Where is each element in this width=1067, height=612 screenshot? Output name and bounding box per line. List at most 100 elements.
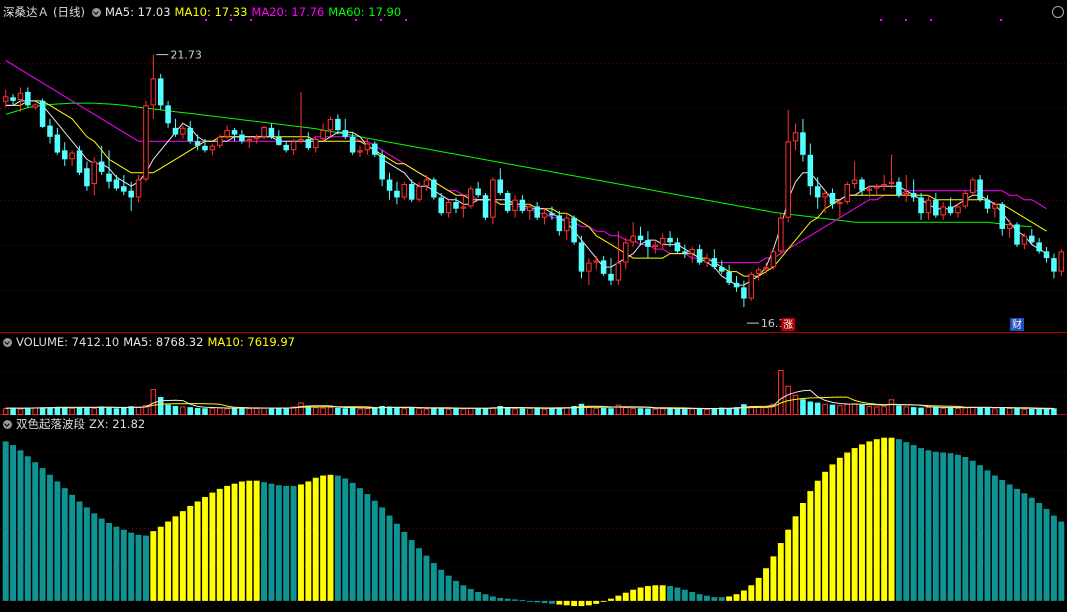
candle-body	[578, 242, 585, 272]
candle-body	[261, 126, 267, 137]
ma60-line	[5, 102, 1032, 228]
volume-bar	[172, 406, 179, 415]
candle-body	[372, 143, 378, 155]
volume-bar	[837, 405, 843, 416]
candle-body	[165, 105, 171, 124]
indicator-bar	[969, 460, 976, 601]
volume-bar	[534, 408, 540, 415]
candle-body	[925, 199, 932, 214]
volume-bar	[423, 408, 430, 416]
candle-body	[25, 91, 31, 106]
volume-bar	[504, 407, 511, 415]
indicator-bar	[829, 464, 836, 601]
indicator-bar	[379, 507, 386, 601]
candle-body	[726, 271, 732, 283]
volume-bar	[408, 407, 415, 415]
volume-bar	[1036, 409, 1042, 415]
indicator-header: 双色起落波段 ZX: 21.82	[0, 415, 149, 433]
expand-menu-icon[interactable]	[3, 338, 12, 347]
candle-body	[298, 139, 304, 142]
candle-body	[335, 118, 341, 131]
indicator-bar	[120, 529, 127, 601]
indicator-bar	[526, 600, 533, 602]
indicator-bar	[755, 577, 762, 601]
indicator-bar	[999, 479, 1006, 601]
candle-body	[519, 199, 526, 211]
indicator-bar	[940, 452, 947, 601]
expand-menu-icon[interactable]	[3, 420, 12, 429]
volume-bar	[829, 404, 836, 415]
volume-bar	[364, 408, 371, 415]
indicator-bar	[549, 600, 555, 604]
indicator-bar	[253, 480, 260, 601]
indicator-bar	[977, 465, 984, 601]
ma10-value: MA10: 17.33	[174, 5, 248, 19]
indicator-bar	[54, 481, 61, 601]
indicator-bar	[836, 457, 843, 601]
volume-bar	[1006, 408, 1013, 415]
candle-body	[674, 242, 681, 252]
indicator-bar	[401, 531, 408, 601]
volume-bar	[39, 407, 46, 415]
candle-body	[615, 262, 622, 281]
indicator-bar	[925, 450, 932, 601]
candle-body	[549, 213, 555, 216]
indicator-bar	[1021, 493, 1028, 601]
volume-bar	[881, 406, 887, 416]
candle-body	[431, 179, 437, 198]
candle-body	[320, 130, 326, 140]
candle-body	[76, 150, 83, 173]
candle-body	[733, 282, 740, 288]
candle-body	[571, 217, 577, 243]
indicator-bar	[1050, 515, 1057, 601]
candle-body	[98, 161, 105, 172]
indicator-bar	[202, 497, 208, 601]
volume-bar	[608, 408, 614, 415]
ma60-value: MA60: 17.90	[328, 5, 402, 19]
volume-bar	[69, 407, 75, 415]
candle-body	[453, 201, 459, 209]
indicator-bar	[659, 585, 666, 601]
indicator-bar	[445, 575, 452, 601]
volume-bar	[519, 408, 526, 415]
volume-bar	[778, 370, 784, 415]
indicator-bar	[17, 450, 24, 601]
candle-body	[467, 188, 474, 207]
volume-bar	[800, 399, 806, 415]
candle-body	[1043, 251, 1050, 259]
volume-bar	[231, 408, 238, 415]
volume-bar	[741, 404, 747, 415]
volume-bar	[896, 405, 902, 415]
indicator-bar	[39, 468, 46, 601]
candle-body	[645, 240, 651, 247]
volume-bar	[903, 406, 910, 416]
candle-body	[327, 118, 334, 131]
volume-bar	[527, 408, 533, 415]
indicator-bar	[556, 600, 563, 605]
candle-body	[1014, 224, 1020, 245]
volume-bar	[925, 406, 932, 415]
indicator-bar	[327, 474, 334, 601]
indicator-bar	[238, 481, 245, 601]
indicator-bar	[275, 485, 282, 601]
candle-body	[490, 179, 496, 218]
indicator-bar	[416, 548, 423, 601]
volume-bar	[194, 408, 201, 415]
volume-bar	[674, 408, 681, 415]
stock-chart[interactable]: 21.7316.11涨财	[0, 0, 1067, 612]
indicator-bar	[32, 462, 39, 601]
indicator-bar	[357, 488, 363, 601]
candle-body	[180, 127, 186, 135]
volume-bar	[401, 408, 408, 415]
expand-menu-icon[interactable]	[91, 8, 101, 17]
candle-body	[563, 217, 570, 232]
event-marker: 财	[1012, 318, 1022, 331]
volume-bar	[541, 408, 548, 416]
volume-bar	[512, 408, 518, 415]
window-control-icon[interactable]	[1052, 6, 1064, 18]
high-label: 21.73	[170, 49, 202, 62]
volume-bar	[888, 399, 895, 415]
volume-bar	[851, 403, 858, 415]
stock-name: 深桑达Ａ	[3, 5, 49, 19]
ma5-value: MA5: 17.03	[104, 5, 171, 19]
